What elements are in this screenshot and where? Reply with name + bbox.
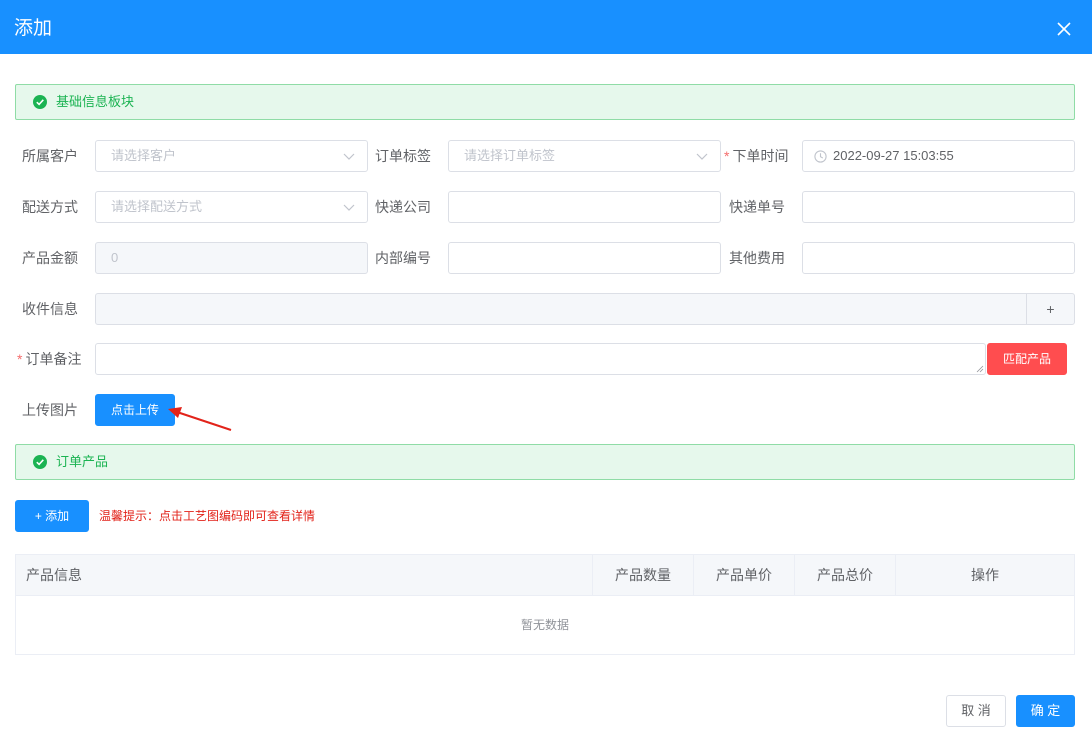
check-circle-icon bbox=[33, 95, 47, 109]
chevron-down-icon bbox=[343, 153, 355, 160]
order-remark-textarea[interactable] bbox=[95, 343, 986, 375]
internal-no-label: 内部编号 bbox=[375, 250, 431, 266]
section-order-products-label: 订单产品 bbox=[56, 454, 109, 469]
tracking-no-input[interactable] bbox=[802, 191, 1075, 223]
chevron-down-icon bbox=[696, 153, 708, 160]
order-time-value: 2022-09-27 15:03:55 bbox=[833, 148, 954, 163]
upload-label: 上传图片 bbox=[22, 402, 78, 418]
column-actions: 操作 bbox=[971, 567, 999, 583]
product-amount-label: 产品金额 bbox=[22, 250, 78, 266]
chevron-down-icon bbox=[343, 204, 355, 211]
cancel-button[interactable]: 取 消 bbox=[946, 695, 1006, 727]
order-time-picker[interactable]: 2022-09-27 15:03:55 bbox=[802, 140, 1075, 172]
column-total-price: 产品总价 bbox=[795, 555, 896, 595]
section-basic-info: 基础信息板块 bbox=[15, 84, 1075, 120]
upload-button[interactable]: 点击上传 bbox=[95, 394, 175, 426]
clock-icon bbox=[814, 150, 827, 163]
receiver-info-add-button[interactable]: + bbox=[1026, 293, 1075, 325]
product-table: 产品信息 产品数量 产品单价 产品总价 操作 暂无数据 bbox=[15, 554, 1075, 655]
dialog-title: 添加 bbox=[14, 18, 53, 39]
other-fees-label: 其他费用 bbox=[729, 250, 785, 266]
tracking-no-label: 快递单号 bbox=[729, 199, 785, 215]
order-tag-label: 订单标签 bbox=[375, 148, 431, 164]
courier-company-input[interactable] bbox=[448, 191, 721, 223]
order-time-label-text: 下单时间 bbox=[732, 148, 789, 164]
tip-text: 温馨提示：点击工艺图编码即可查看详情 bbox=[99, 509, 316, 523]
delivery-label: 配送方式 bbox=[22, 199, 78, 215]
confirm-button[interactable]: 确 定 bbox=[1016, 695, 1075, 727]
product-amount-input: 0 bbox=[95, 242, 368, 274]
column-product-info: 产品信息 bbox=[16, 555, 593, 595]
receiver-info-input bbox=[95, 293, 1027, 325]
required-mark: * bbox=[724, 148, 730, 164]
required-mark: * bbox=[17, 351, 23, 367]
customer-label: 所属客户 bbox=[22, 148, 78, 164]
order-remark-label: * 订单备注 bbox=[17, 343, 81, 375]
order-remark-label-text: 订单备注 bbox=[25, 351, 82, 367]
table-header: 产品信息 产品数量 产品单价 产品总价 操作 bbox=[16, 555, 1074, 596]
resize-handle-icon[interactable] bbox=[976, 365, 984, 373]
other-fees-input[interactable] bbox=[802, 242, 1075, 274]
order-tag-select[interactable]: 请选择订单标签 bbox=[448, 140, 721, 172]
order-tag-placeholder: 请选择订单标签 bbox=[464, 148, 556, 163]
customer-select[interactable]: 请选择客户 bbox=[95, 140, 368, 172]
section-order-products: 订单产品 bbox=[15, 444, 1075, 480]
check-circle-icon bbox=[33, 455, 47, 469]
dialog-header: 添加 bbox=[0, 0, 1092, 54]
close-icon[interactable] bbox=[1054, 19, 1074, 39]
order-time-label: * 下单时间 bbox=[724, 140, 788, 172]
add-product-button[interactable]: + 添加 bbox=[15, 500, 89, 532]
red-arrow-annotation bbox=[168, 407, 232, 431]
section-basic-info-label: 基础信息板块 bbox=[56, 94, 135, 109]
courier-company-label: 快递公司 bbox=[375, 199, 431, 215]
receiver-info-label: 收件信息 bbox=[22, 301, 78, 317]
table-empty-text: 暂无数据 bbox=[520, 618, 569, 632]
product-amount-value: 0 bbox=[111, 250, 119, 265]
column-unit-price: 产品单价 bbox=[694, 555, 795, 595]
match-product-button[interactable]: 匹配产品 bbox=[987, 343, 1067, 375]
delivery-placeholder: 请选择配送方式 bbox=[111, 199, 203, 214]
plus-icon: + bbox=[1046, 301, 1055, 317]
internal-no-input[interactable] bbox=[448, 242, 721, 274]
column-quantity: 产品数量 bbox=[593, 555, 694, 595]
delivery-select[interactable]: 请选择配送方式 bbox=[95, 191, 368, 223]
customer-placeholder: 请选择客户 bbox=[111, 148, 177, 163]
